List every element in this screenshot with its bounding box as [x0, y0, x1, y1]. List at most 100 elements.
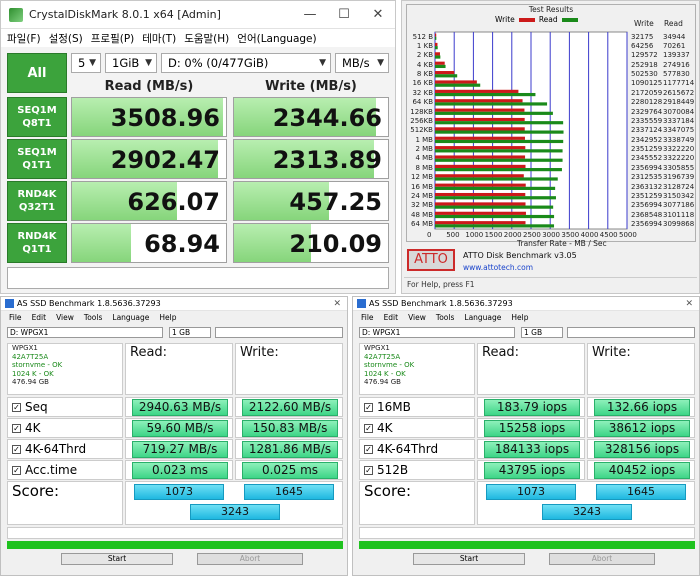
run-seq1m-q8t1-button[interactable]: SEQ1M Q8T1	[7, 97, 67, 137]
test-row-label[interactable]: ✓ 4K-64Thrd	[7, 439, 123, 459]
read-value-label: 70261	[663, 41, 686, 50]
read-value-label: 3128724	[663, 182, 695, 191]
run-rnd4k-q32t1-button[interactable]: RND4K Q32T1	[7, 181, 67, 221]
read-result: 2940.63 MB/s	[132, 399, 228, 416]
test-name: 16MB	[377, 400, 411, 414]
size-select[interactable]: 1 GB	[521, 327, 563, 338]
unit-select[interactable]: MB/s ▼	[335, 53, 389, 73]
checkbox-checked-icon[interactable]: ✓	[12, 444, 21, 454]
read-bar	[435, 168, 562, 172]
test-row-label[interactable]: ✓ 4K	[7, 418, 123, 438]
menu-edit[interactable]: Edit	[32, 313, 47, 322]
write-value-label: 2363132	[631, 182, 663, 191]
menu-file[interactable]: File	[9, 313, 22, 322]
run-rnd4k-q1t1-button[interactable]: RND4K Q1T1	[7, 223, 67, 263]
menu-view[interactable]: View	[56, 313, 74, 322]
write-value-label: 2368548	[631, 210, 663, 219]
read-bar	[435, 74, 458, 78]
menu-file[interactable]: 파일(F)	[7, 31, 41, 46]
test-count-value: 5	[78, 56, 86, 70]
x-tick-label: 4500	[599, 231, 618, 239]
checkbox-checked-icon[interactable]: ✓	[364, 444, 373, 454]
run-all-button[interactable]: All	[7, 53, 67, 93]
abort-button[interactable]: Abort	[549, 553, 655, 565]
write-value-label: 2356994	[631, 163, 663, 172]
size-select[interactable]: 1 GB	[169, 327, 211, 338]
checkbox-checked-icon[interactable]: ✓	[12, 402, 21, 412]
write-value-label: 2337124	[631, 126, 663, 135]
drive-select[interactable]: D: WPGX1	[359, 327, 515, 338]
read-result: 0.023 ms	[132, 462, 228, 479]
checkbox-checked-icon[interactable]: ✓	[364, 465, 373, 475]
driver-status: stornvme - OK	[364, 361, 415, 369]
read-bar	[435, 177, 558, 181]
write-value: 2344.66	[272, 104, 382, 132]
atto-website-link[interactable]: www.attotech.com	[463, 263, 533, 272]
close-icon[interactable]: ✕	[333, 299, 341, 309]
test-row-label[interactable]: ✓ 4K	[359, 418, 475, 438]
read-bar	[435, 224, 555, 228]
checkbox-checked-icon[interactable]: ✓	[364, 423, 373, 433]
category-label: 64 MB	[411, 220, 433, 229]
read-bar	[435, 102, 548, 106]
cdm-titlebar: CrystalDiskMark 8.0.1 x64 [Admin] — ☐ ✕	[1, 1, 395, 29]
test-count-select[interactable]: 5 ▼	[71, 53, 101, 73]
minimize-button[interactable]: —	[293, 7, 327, 22]
chevron-down-icon: ▼	[89, 58, 96, 68]
read-value-label: 3337184	[663, 116, 695, 125]
write-cell: 328156 iops	[587, 439, 695, 459]
category-label: 24 MB	[411, 191, 433, 200]
checkbox-checked-icon[interactable]: ✓	[12, 465, 21, 475]
test-size-select[interactable]: 1GiB ▼	[105, 53, 157, 73]
close-button[interactable]: ✕	[361, 7, 395, 22]
write-bar	[435, 174, 524, 178]
menu-settings[interactable]: 설정(S)	[49, 31, 83, 46]
menu-profile[interactable]: 프로필(P)	[91, 31, 135, 46]
menu-tools[interactable]: Tools	[84, 313, 102, 322]
drive-model: WPGX1	[12, 344, 38, 352]
menu-file[interactable]: File	[361, 313, 374, 322]
menu-language[interactable]: 언어(Language)	[237, 31, 316, 46]
checkbox-checked-icon[interactable]: ✓	[364, 402, 373, 412]
checkbox-checked-icon[interactable]: ✓	[12, 423, 21, 433]
as-window-title: AS SSD Benchmark 1.8.5636.37293	[17, 299, 161, 308]
progress-bar	[7, 541, 343, 549]
menu-theme[interactable]: 테마(T)	[142, 31, 176, 46]
write-value-label: 2356994	[631, 201, 663, 210]
row-label-line2: Q32T1	[18, 202, 56, 213]
drive-select[interactable]: D: 0% (0/477GiB) ▼	[161, 53, 331, 73]
menu-edit[interactable]: Edit	[384, 313, 399, 322]
test-row-label[interactable]: ✓ Acc.time	[7, 460, 123, 480]
start-button[interactable]: Start	[61, 553, 173, 565]
write-bar	[435, 80, 477, 84]
close-icon[interactable]: ✕	[685, 299, 693, 309]
menu-language[interactable]: Language	[112, 313, 149, 322]
menu-tools[interactable]: Tools	[436, 313, 454, 322]
menu-help[interactable]: Help	[159, 313, 176, 322]
read-value: 3508.96	[110, 104, 220, 132]
write-result: 150.83 MB/s	[242, 420, 338, 437]
menu-help[interactable]: Help	[511, 313, 528, 322]
maximize-button[interactable]: ☐	[327, 7, 361, 22]
abort-button[interactable]: Abort	[197, 553, 303, 565]
comment-field[interactable]	[7, 267, 389, 289]
write-cell: 150.83 MB/s	[235, 418, 343, 438]
test-row-label[interactable]: ✓ Seq	[7, 397, 123, 417]
unit-value: MB/s	[342, 56, 370, 70]
write-result-cell: 2313.89	[233, 139, 389, 179]
x-tick-label: 4000	[580, 231, 599, 239]
read-cell: 0.023 ms	[125, 460, 233, 480]
menu-view[interactable]: View	[408, 313, 426, 322]
run-seq1m-q1t1-button[interactable]: SEQ1M Q1T1	[7, 139, 67, 179]
drive-select[interactable]: D: WPGX1	[7, 327, 163, 338]
test-row-label[interactable]: ✓ 512B	[359, 460, 475, 480]
read-value-label: 3150342	[663, 191, 695, 200]
menu-language[interactable]: Language	[464, 313, 501, 322]
start-button[interactable]: Start	[413, 553, 525, 565]
test-row-label[interactable]: ✓ 16MB	[359, 397, 475, 417]
read-cell: 184133 iops	[477, 439, 585, 459]
write-value-label: 2356994	[631, 220, 663, 229]
menu-help[interactable]: 도움말(H)	[184, 31, 229, 46]
test-row-label[interactable]: ✓ 4K-64Thrd	[359, 439, 475, 459]
read-cell: 2940.63 MB/s	[125, 397, 233, 417]
